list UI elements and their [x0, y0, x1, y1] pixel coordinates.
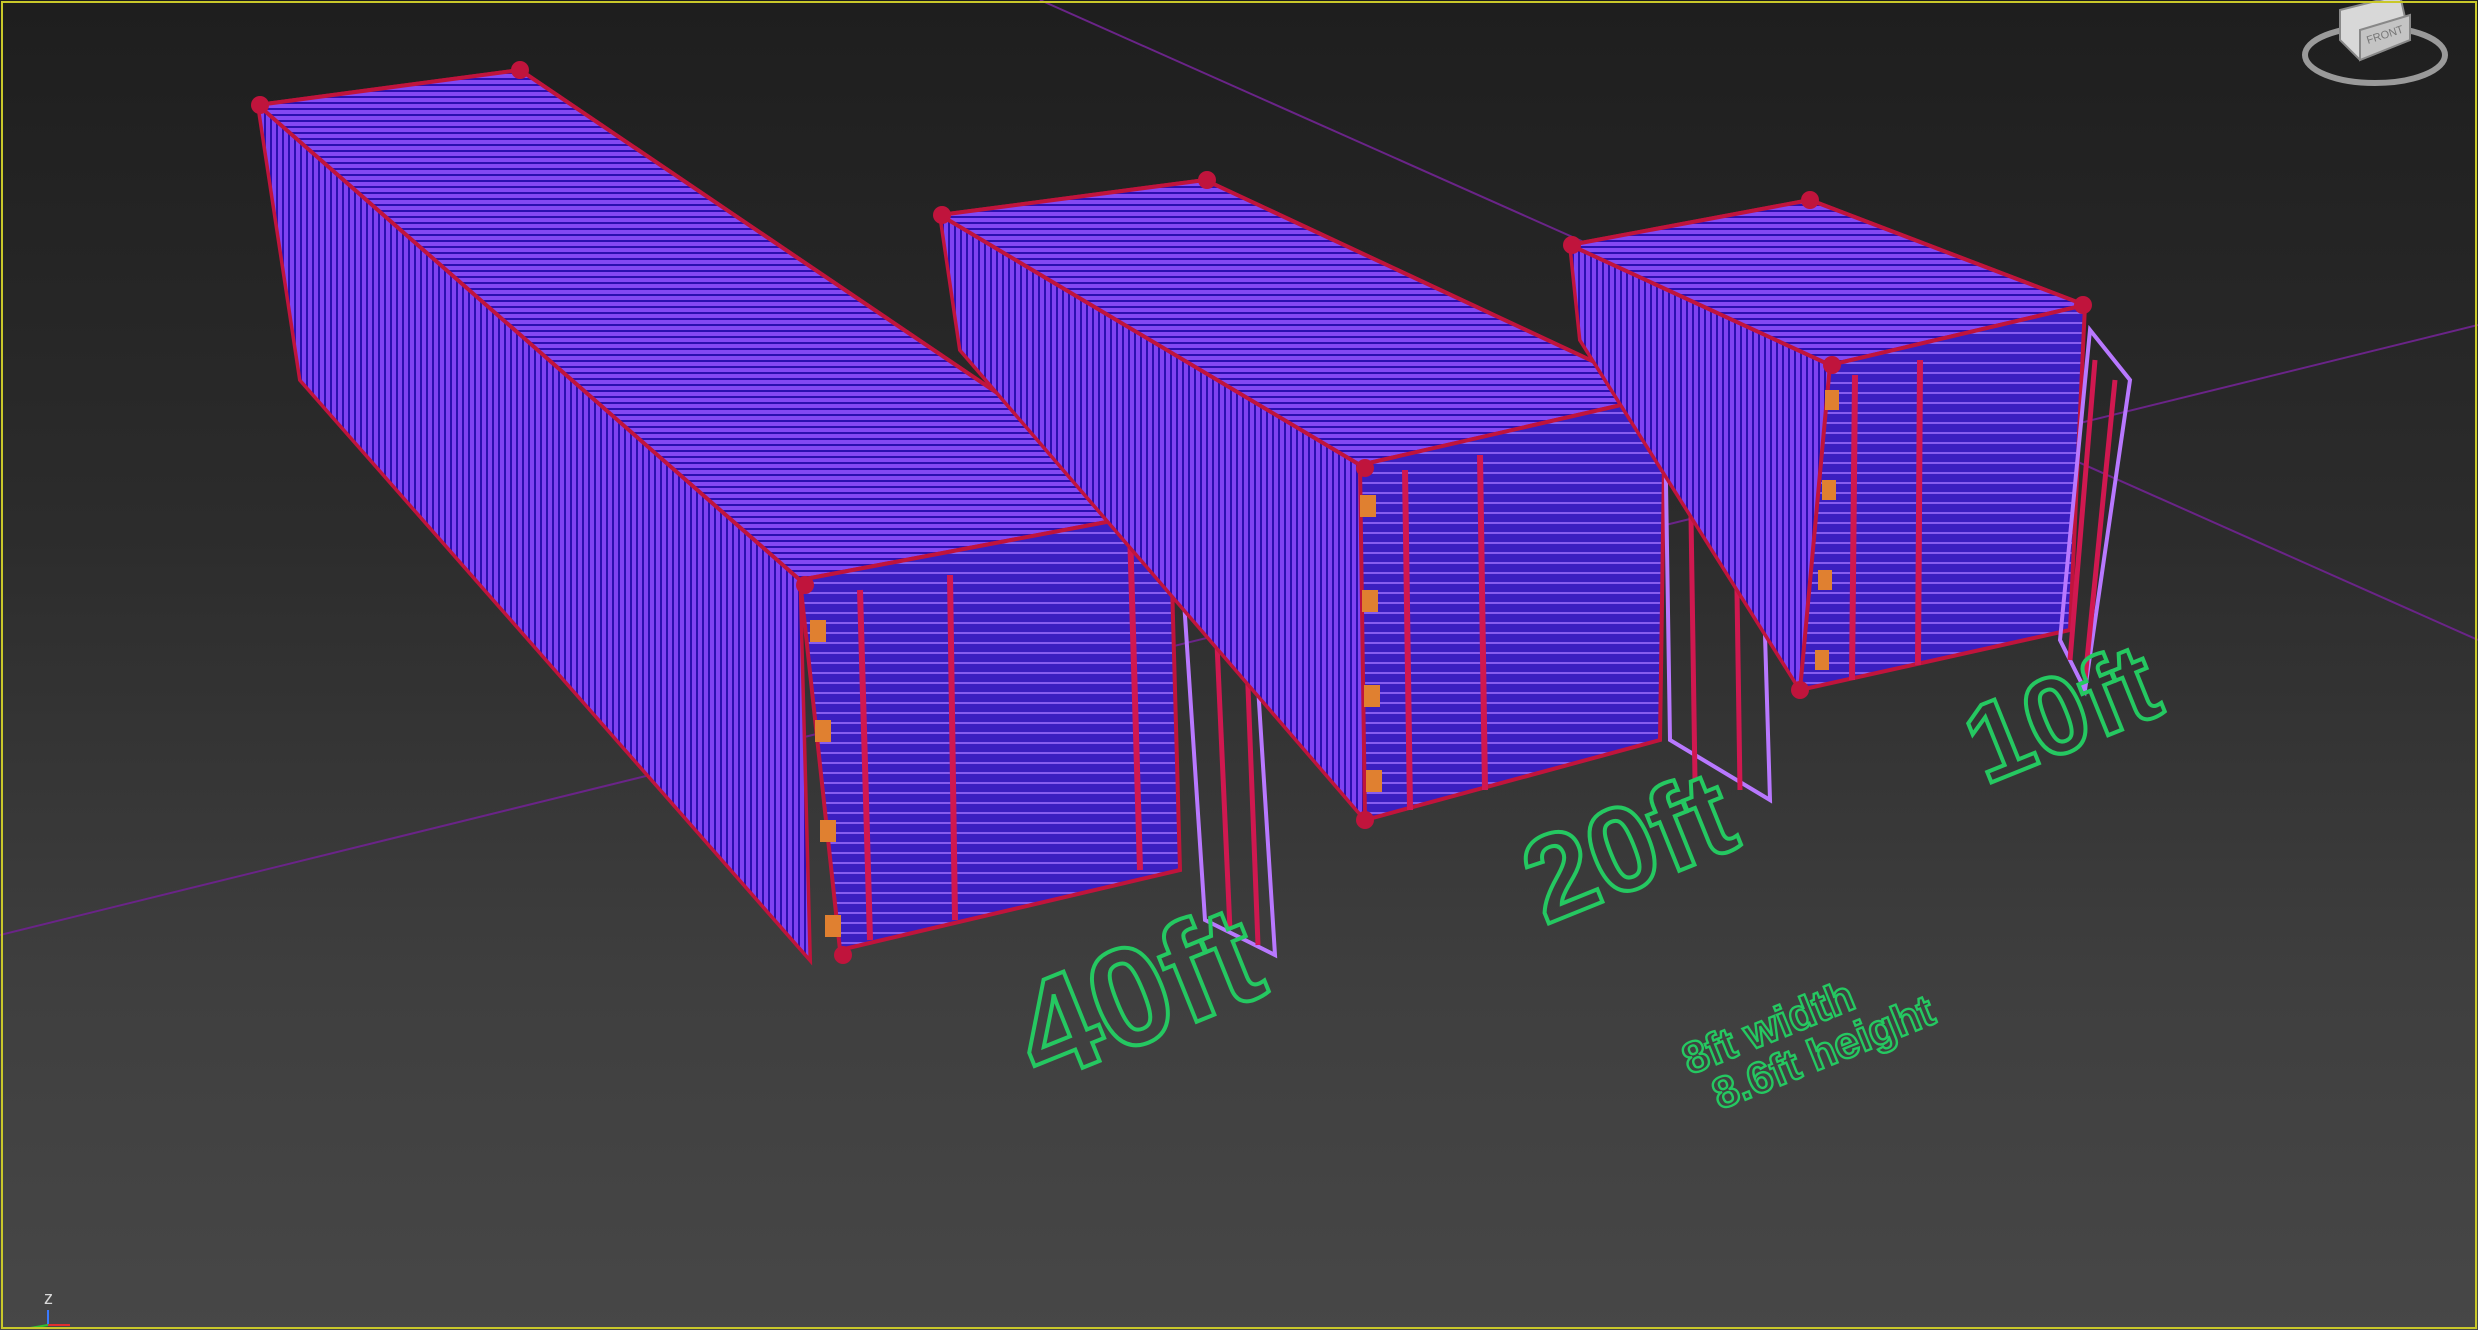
- label-40ft: 40ft: [992, 874, 1282, 1113]
- axis-z-label: z: [44, 1288, 53, 1308]
- 3d-viewport[interactable]: 40ft 20ft 10ft 8ft width 8.6ft height FR…: [0, 0, 2478, 1330]
- scene-canvas[interactable]: 40ft 20ft 10ft 8ft width 8.6ft height FR…: [0, 0, 2478, 1330]
- viewcube[interactable]: FRONT: [2302, 0, 2448, 86]
- label-20ft: 20ft: [1505, 745, 1753, 949]
- axis-tripod: z: [29, 1288, 70, 1329]
